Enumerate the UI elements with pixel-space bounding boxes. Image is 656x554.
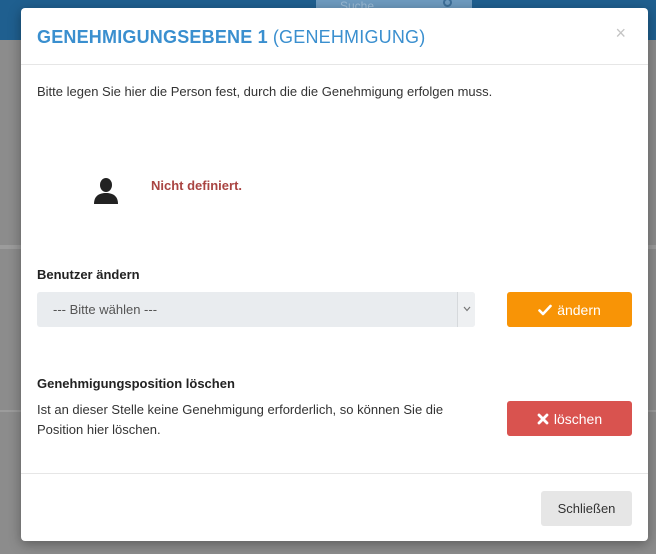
delete-position-label: Genehmigungsposition löschen — [37, 376, 235, 391]
check-icon — [538, 304, 553, 315]
x-mark-icon — [537, 413, 549, 424]
close-dialog-button[interactable]: Schließen — [541, 491, 632, 526]
change-user-label: Benutzer ändern — [37, 267, 140, 282]
delete-position-button[interactable]: löschen — [507, 401, 632, 436]
delete-position-description: Ist an dieser Stelle keine Genehmigung e… — [37, 402, 444, 437]
dialog-header: GENEHMIGUNGSEBENE 1 (GENEHMIGUNG) × — [21, 8, 648, 65]
assignee-status: Nicht definiert. — [151, 178, 243, 193]
dialog-title: GENEHMIGUNGSEBENE 1 (GENEHMIGUNG) — [37, 27, 425, 48]
delete-position-button-label: löschen — [553, 410, 603, 427]
dialog-footer: Schließen — [21, 473, 648, 541]
select-caret — [457, 292, 475, 327]
search-icon — [443, 0, 452, 7]
dialog-title-sub: (GENEHMIGUNG) — [272, 27, 426, 47]
dialog-title-main: GENEHMIGUNGSEBENE 1 — [37, 27, 268, 47]
chevron-down-icon — [463, 306, 471, 312]
close-icon[interactable]: × — [615, 24, 626, 42]
change-user-button-label: ändern — [557, 301, 601, 318]
approval-level-dialog: GENEHMIGUNGSEBENE 1 (GENEHMIGUNG) × Bitte… — [21, 8, 648, 541]
user-select[interactable]: --- Bitte wählen --- — [37, 292, 475, 327]
user-select-value: --- Bitte wählen --- — [53, 302, 158, 317]
change-user-button[interactable]: ändern — [507, 292, 632, 327]
user-silhouette-icon — [94, 178, 118, 204]
dialog-intro-text: Bitte legen Sie hier die Person fest, du… — [37, 84, 493, 99]
